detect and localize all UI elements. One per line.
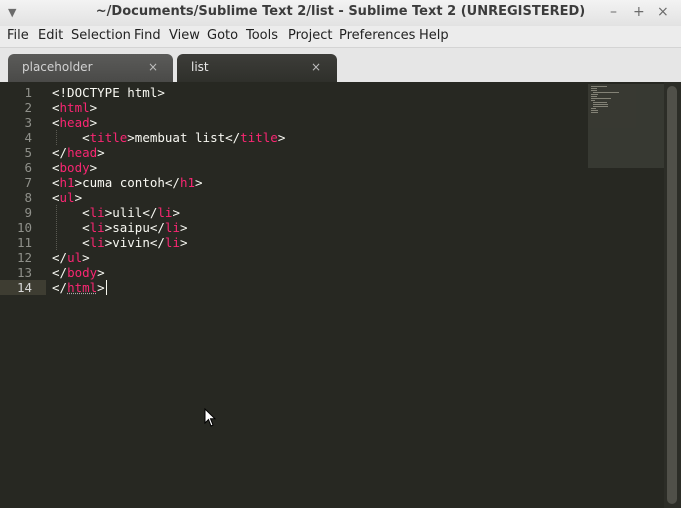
code-line: <html>: [52, 100, 98, 115]
menu-goto[interactable]: Goto: [207, 28, 238, 43]
menu-find[interactable]: Find: [134, 28, 161, 43]
menu-selection[interactable]: Selection: [71, 28, 131, 43]
line-number: 3: [24, 115, 32, 130]
code-editor[interactable]: 1 2 3 4 5 6 7 8 9 10 11 12 13 14 <!DOCTY…: [0, 82, 664, 508]
line-number: 6: [24, 160, 32, 175]
line-number: 7: [24, 175, 32, 190]
code-line: </head>: [52, 145, 105, 160]
code-line: </ul>: [52, 250, 90, 265]
line-number: 4: [24, 130, 32, 145]
code-line-current: </html>: [52, 280, 105, 295]
line-number: 5: [24, 145, 32, 160]
tab-close-icon[interactable]: ×: [311, 60, 321, 74]
minimize-icon[interactable]: –: [610, 4, 617, 20]
code-line: <!DOCTYPE html>: [52, 85, 165, 100]
menu-file[interactable]: File: [7, 28, 29, 43]
line-number: 13: [16, 265, 32, 280]
mouse-pointer-icon: [204, 408, 216, 427]
tab-strip: placeholder × list ×: [0, 48, 681, 82]
menu-edit[interactable]: Edit: [38, 28, 63, 43]
tab-label: list: [191, 60, 209, 74]
minimap[interactable]: [588, 84, 664, 168]
menu-tools[interactable]: Tools: [246, 28, 278, 43]
code-line: <li>ulil</li>: [52, 205, 180, 220]
line-number: 1: [24, 85, 32, 100]
menu-help[interactable]: Help: [419, 28, 449, 43]
window-title-bar: ▼ ~/Documents/Sublime Text 2/list - Subl…: [0, 0, 681, 26]
code-line: <ul>: [52, 190, 83, 205]
tab-close-icon[interactable]: ×: [148, 60, 158, 74]
tab-placeholder[interactable]: placeholder ×: [8, 54, 173, 82]
code-line: <body>: [52, 160, 98, 175]
menu-view[interactable]: View: [169, 28, 200, 43]
tab-list[interactable]: list ×: [177, 54, 337, 82]
line-number: 9: [24, 205, 32, 220]
vertical-scrollbar[interactable]: [664, 82, 681, 508]
close-icon[interactable]: ×: [657, 4, 669, 20]
window-title: ~/Documents/Sublime Text 2/list - Sublim…: [95, 4, 586, 19]
code-line: <title>membuat list</title>: [52, 130, 286, 145]
line-number: 10: [16, 220, 32, 235]
tab-label: placeholder: [22, 60, 93, 74]
menu-project[interactable]: Project: [288, 28, 332, 43]
scrollbar-thumb[interactable]: [667, 86, 677, 504]
line-number-current: 14: [16, 280, 32, 295]
maximize-icon[interactable]: +: [633, 4, 645, 20]
line-number: 2: [24, 100, 32, 115]
line-number: 11: [16, 235, 32, 250]
code-line: <li>saipu</li>: [52, 220, 188, 235]
line-number: 8: [24, 190, 32, 205]
line-number: 12: [16, 250, 32, 265]
text-caret: [106, 280, 107, 295]
code-line: </body>: [52, 265, 105, 280]
code-line: <h1>cuma contoh</h1>: [52, 175, 203, 190]
code-line: <head>: [52, 115, 98, 130]
menu-bar: File Edit Selection Find View Goto Tools…: [0, 26, 681, 48]
code-line: <li>vivin</li>: [52, 235, 188, 250]
menu-preferences[interactable]: Preferences: [339, 28, 415, 43]
line-number-gutter: 1 2 3 4 5 6 7 8 9 10 11 12 13 14: [0, 82, 46, 508]
